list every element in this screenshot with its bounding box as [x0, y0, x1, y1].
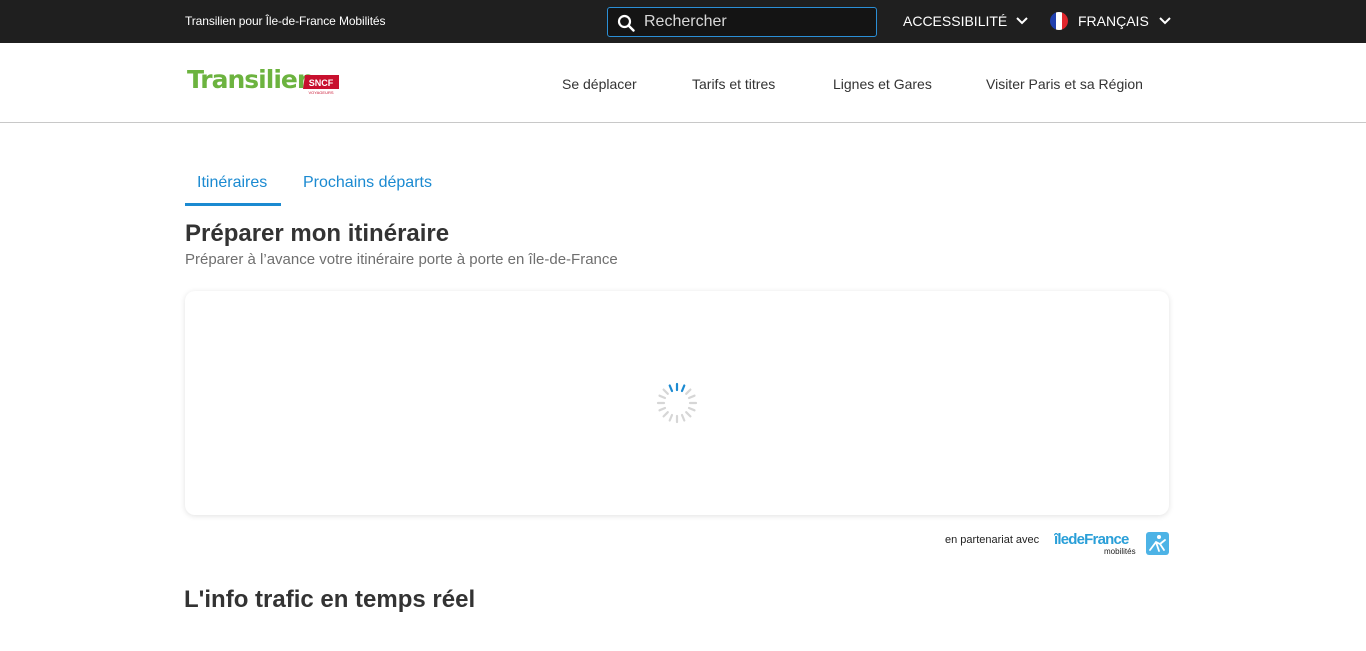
- sncf-logo: SNCF VOYAGEURS: [303, 75, 339, 95]
- page-subtitle: Préparer à l’avance votre itinéraire por…: [185, 251, 618, 268]
- idf-logo-text: îledeFrance: [1054, 531, 1129, 548]
- page-title: Préparer mon itinéraire: [185, 220, 450, 247]
- tab-prochains-departs[interactable]: Prochains départs: [303, 174, 432, 192]
- idf-logo-sub: mobilités: [1104, 547, 1136, 556]
- logo-wordmark: Transilien: [187, 65, 315, 94]
- chevron-down-icon: [1159, 17, 1171, 25]
- search-icon[interactable]: [617, 14, 635, 32]
- nav-tarifs-et-titres[interactable]: Tarifs et titres: [692, 76, 775, 92]
- nav-visiter-paris[interactable]: Visiter Paris et sa Région: [986, 76, 1143, 92]
- main-header: Transilien SNCF VOYAGEURS Se déplacer Ta…: [0, 43, 1366, 123]
- french-flag-icon: [1050, 12, 1068, 30]
- sncf-badge-sub: VOYAGEURS: [308, 90, 333, 95]
- tagline: Transilien pour Île-de-France Mobilités: [185, 14, 386, 28]
- accessibility-label: ACCESSIBILITÉ: [903, 13, 1008, 29]
- tab-itineraires[interactable]: Itinéraires: [197, 174, 267, 192]
- traffic-section-title: L'info trafic en temps réel: [184, 586, 476, 613]
- partner-label: en partenariat avec: [945, 534, 1040, 546]
- loading-spinner-icon: [656, 382, 698, 424]
- search-input[interactable]: [644, 10, 869, 34]
- sncf-badge-text: SNCF: [309, 78, 334, 88]
- idf-mobilites-logo[interactable]: îledeFrance mobilités: [1054, 530, 1170, 556]
- top-bar: Transilien pour Île-de-France Mobilités …: [0, 0, 1366, 43]
- language-selector[interactable]: FRANÇAIS: [1050, 12, 1171, 30]
- nav-lignes-et-gares[interactable]: Lignes et Gares: [833, 76, 932, 92]
- transilien-logo[interactable]: Transilien SNCF VOYAGEURS: [185, 61, 340, 101]
- nav-se-deplacer[interactable]: Se déplacer: [562, 76, 637, 92]
- language-label: FRANÇAIS: [1078, 13, 1149, 29]
- active-tab-indicator: [185, 203, 281, 206]
- accessibility-menu[interactable]: ACCESSIBILITÉ: [903, 13, 1028, 29]
- chevron-down-icon: [1016, 17, 1028, 25]
- search-box[interactable]: [607, 7, 877, 37]
